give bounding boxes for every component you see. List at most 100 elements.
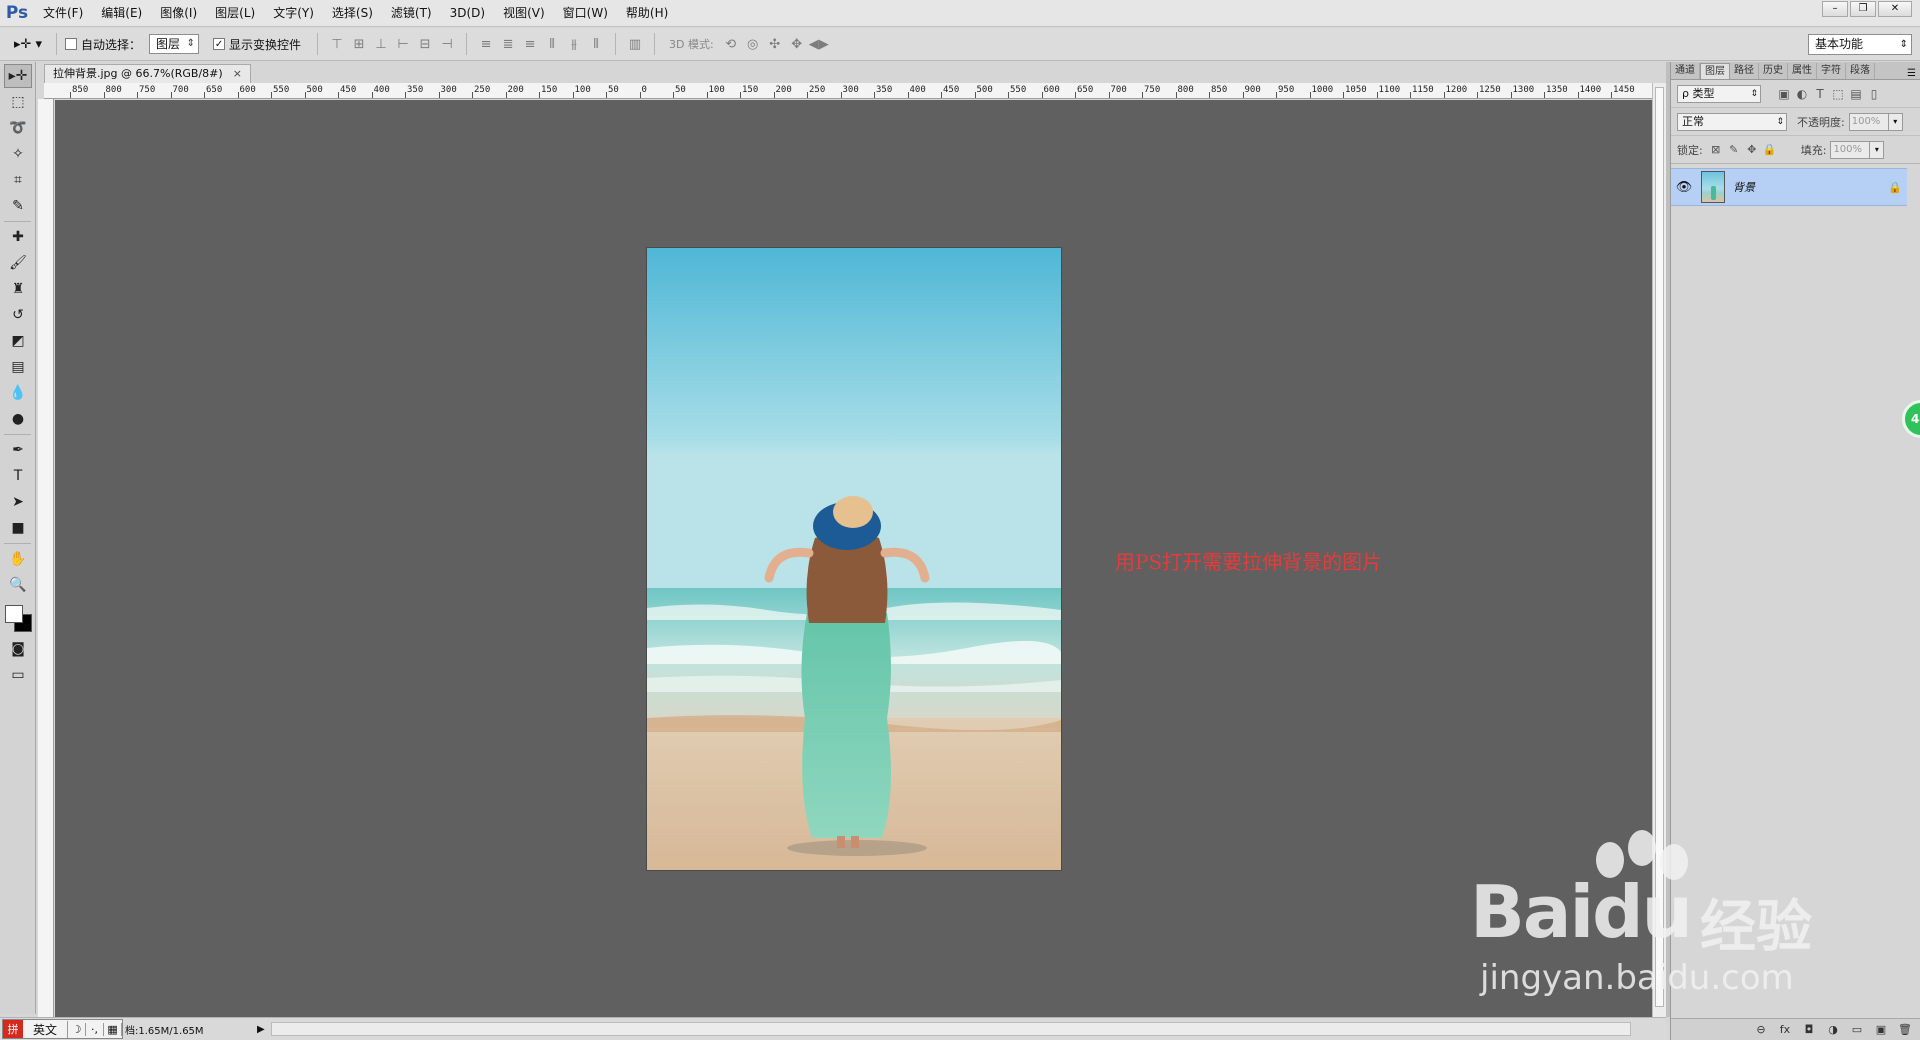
history-brush-tool-icon[interactable]: ↺ — [4, 303, 32, 327]
menu-type[interactable]: 文字(Y) — [264, 0, 323, 27]
menu-image[interactable]: 图像(I) — [151, 0, 206, 27]
filter-toggle-icon[interactable]: ▯ — [1865, 87, 1883, 101]
ime-language-toggle[interactable]: 英文 — [23, 1020, 69, 1038]
foreground-color-swatch[interactable] — [5, 605, 23, 623]
menu-edit[interactable]: 编辑(E) — [92, 0, 151, 27]
lock-all-icon[interactable]: 🔒 — [1761, 143, 1779, 156]
distribute-vcenter-icon[interactable]: ≣ — [497, 33, 519, 55]
dodge-tool-icon[interactable]: ● — [4, 407, 32, 431]
rectangle-tool-icon[interactable]: ■ — [4, 516, 32, 540]
3d-roll-icon[interactable]: ◎ — [742, 33, 764, 55]
fill-arrow-icon[interactable]: ▾ — [1870, 140, 1885, 159]
3d-scale-icon[interactable]: ◀▶ — [808, 33, 830, 55]
lock-position-icon[interactable]: ✥ — [1743, 143, 1761, 156]
adjustment-layer-icon[interactable]: ◑ — [1825, 1023, 1841, 1036]
tab-character[interactable]: 字符 — [1817, 63, 1846, 79]
menu-view[interactable]: 视图(V) — [494, 0, 554, 27]
link-layers-icon[interactable]: ⊖ — [1753, 1023, 1769, 1036]
opacity-arrow-icon[interactable]: ▾ — [1888, 112, 1903, 131]
hand-tool-icon[interactable]: ✋ — [4, 547, 32, 571]
minimize-button[interactable]: – — [1822, 1, 1848, 17]
opacity-input[interactable]: 100% — [1848, 112, 1889, 131]
3d-drag-icon[interactable]: ✣ — [764, 33, 786, 55]
show-transform-checkbox[interactable]: ✓ 显示变换控件 — [213, 36, 301, 53]
delete-layer-icon[interactable]: 🗑 — [1897, 1023, 1913, 1036]
filter-type-icon[interactable]: T — [1811, 87, 1829, 101]
align-right-icon[interactable]: ⊣ — [436, 33, 458, 55]
clone-stamp-tool-icon[interactable]: ♜ — [4, 277, 32, 301]
status-menu-arrow-icon[interactable]: ▶ — [257, 1024, 265, 1035]
3d-slide-icon[interactable]: ✥ — [786, 33, 808, 55]
canvas-area[interactable]: 用PS打开需要拉伸背景的图片 — [55, 100, 1652, 1017]
blend-mode-dropdown[interactable]: 正常 — [1677, 112, 1787, 131]
filter-smart-object-icon[interactable]: ▤ — [1847, 87, 1865, 101]
close-window-button[interactable]: ✕ — [1878, 1, 1912, 17]
move-tool-preset-icon[interactable]: ▸✛ ▾ — [8, 33, 48, 55]
new-group-icon[interactable]: ▭ — [1849, 1023, 1865, 1036]
move-tool-icon[interactable]: ▸✛ — [4, 64, 32, 88]
blur-tool-icon[interactable]: 💧 — [4, 381, 32, 405]
brush-tool-icon[interactable]: 🖌 — [4, 251, 32, 275]
document-tab[interactable]: 拉伸背景.jpg @ 66.7%(RGB/8#) × — [44, 64, 251, 83]
tab-paths[interactable]: 路径 — [1730, 63, 1759, 79]
menu-filter[interactable]: 滤镜(T) — [382, 0, 441, 27]
add-mask-icon[interactable]: ◘ — [1801, 1023, 1817, 1036]
tab-layers[interactable]: 图层 — [1700, 63, 1730, 79]
3d-rotate-icon[interactable]: ⟲ — [720, 33, 742, 55]
fill-input[interactable]: 100% — [1830, 140, 1871, 159]
filter-shape-icon[interactable]: ⬚ — [1829, 87, 1847, 101]
filter-pixel-icon[interactable]: ▣ — [1775, 87, 1793, 101]
pen-tool-icon[interactable]: ✒ — [4, 438, 32, 462]
ime-fullwidth-icon[interactable]: ☽ — [68, 1022, 87, 1036]
eyedropper-tool-icon[interactable]: ✎ — [4, 194, 32, 218]
tab-history[interactable]: 历史 — [1759, 63, 1788, 79]
lock-pixels-icon[interactable]: ✎ — [1725, 143, 1743, 156]
quick-select-tool-icon[interactable]: ✧ — [4, 142, 32, 166]
crop-tool-icon[interactable]: ⌗ — [4, 168, 32, 192]
align-vcenter-icon[interactable]: ⊞ — [348, 33, 370, 55]
align-bottom-icon[interactable]: ⊥ — [370, 33, 392, 55]
ime-logo-icon[interactable]: 拼 — [3, 1020, 23, 1038]
menu-help[interactable]: 帮助(H) — [617, 0, 677, 27]
distribute-left-icon[interactable]: ⫴ — [541, 33, 563, 55]
layer-name[interactable]: 背景 — [1733, 179, 1883, 195]
screen-mode-icon[interactable]: ▭ — [4, 663, 32, 687]
menu-select[interactable]: 选择(S) — [323, 0, 382, 27]
path-select-tool-icon[interactable]: ➤ — [4, 490, 32, 514]
panel-menu-icon[interactable]: ☰ — [1907, 68, 1920, 79]
new-layer-icon[interactable]: ▣ — [1873, 1023, 1889, 1036]
document-image[interactable] — [647, 248, 1061, 870]
align-top-icon[interactable]: ⊤ — [326, 33, 348, 55]
horizontal-scrollbar[interactable] — [270, 1022, 1631, 1036]
lock-transparency-icon[interactable]: ⊠ — [1707, 143, 1725, 156]
menu-3d[interactable]: 3D(D) — [441, 0, 494, 27]
lasso-tool-icon[interactable]: ➰ — [4, 116, 32, 140]
quick-mask-icon[interactable]: ◙ — [4, 637, 32, 661]
auto-select-checkbox[interactable]: 自动选择： — [65, 36, 141, 53]
marquee-tool-icon[interactable]: ⬚ — [4, 90, 32, 114]
auto-align-icon[interactable]: ▥ — [624, 33, 646, 55]
layer-filter-dropdown[interactable]: ρ 类型 — [1677, 84, 1761, 103]
workspace-dropdown[interactable]: 基本功能 — [1808, 34, 1912, 55]
gradient-tool-icon[interactable]: ▤ — [4, 355, 32, 379]
filter-adjustment-icon[interactable]: ◐ — [1793, 87, 1811, 101]
restore-button[interactable]: ❐ — [1850, 1, 1876, 17]
tab-properties[interactable]: 属性 — [1788, 63, 1817, 79]
type-tool-icon[interactable]: T — [4, 464, 32, 488]
eraser-tool-icon[interactable]: ◩ — [4, 329, 32, 353]
visibility-eye-icon[interactable]: 👁 — [1671, 180, 1697, 195]
align-left-icon[interactable]: ⊢ — [392, 33, 414, 55]
align-hcenter-icon[interactable]: ⊟ — [414, 33, 436, 55]
ime-punctuation-icon[interactable]: ·, — [86, 1022, 105, 1036]
zoom-tool-icon[interactable]: 🔍 — [4, 573, 32, 597]
tab-channels[interactable]: 通道 — [1671, 63, 1700, 79]
tab-paragraph[interactable]: 段落 — [1846, 63, 1875, 79]
healing-brush-tool-icon[interactable]: ✚ — [4, 225, 32, 249]
distribute-right-icon[interactable]: ⫴ — [585, 33, 607, 55]
menu-file[interactable]: 文件(F) — [34, 0, 92, 27]
layer-style-icon[interactable]: fx — [1777, 1023, 1793, 1036]
distribute-hcenter-icon[interactable]: ⫵ — [563, 33, 585, 55]
distribute-bottom-icon[interactable]: ≡ — [519, 33, 541, 55]
distribute-top-icon[interactable]: ≡ — [475, 33, 497, 55]
color-swatches[interactable] — [3, 601, 33, 633]
